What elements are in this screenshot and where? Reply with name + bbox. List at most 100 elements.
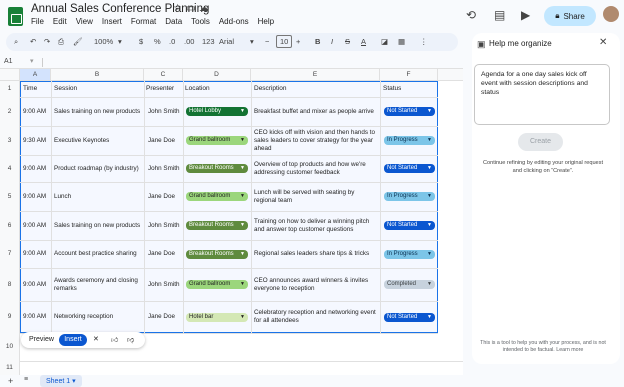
- row-number[interactable]: 5: [0, 182, 20, 211]
- move-folder-icon[interactable]: ▭: [186, 3, 195, 14]
- insert-button[interactable]: Insert: [59, 334, 87, 346]
- bold-button[interactable]: B: [315, 37, 320, 46]
- star-icon[interactable]: ☆: [173, 3, 182, 14]
- cell-session[interactable]: Lunch: [54, 189, 142, 205]
- menu-view[interactable]: View: [76, 17, 93, 26]
- name-box-chevron-icon[interactable]: ▾: [30, 57, 34, 65]
- prompt-input[interactable]: Agenda for a one day sales kick off even…: [474, 64, 610, 125]
- select-all-corner[interactable]: [0, 69, 20, 81]
- row-number[interactable]: 2: [0, 97, 20, 126]
- cell-description[interactable]: Celebratory reception and networking eve…: [254, 305, 378, 329]
- row-number[interactable]: 11: [0, 361, 20, 375]
- menu-file[interactable]: File: [31, 17, 44, 26]
- borders-icon[interactable]: ▦: [398, 37, 405, 46]
- location-chip[interactable]: Hotel bar ▼: [186, 312, 248, 322]
- thumbs-up-icon[interactable]: 👍︎: [111, 335, 118, 344]
- cell-presenter[interactable]: John Smith: [148, 222, 183, 230]
- cell-session[interactable]: Networking reception: [54, 309, 142, 325]
- location-chip[interactable]: Grand ballroom ▼: [186, 192, 248, 201]
- location-chip[interactable]: Breakout Rooms ▼: [186, 249, 248, 259]
- location-chip[interactable]: Breakout Rooms ▼: [186, 221, 248, 230]
- undo-icon[interactable]: ↶: [30, 37, 36, 46]
- create-button[interactable]: Create: [518, 133, 563, 151]
- font-select[interactable]: Arial: [219, 37, 234, 46]
- menu-data[interactable]: Data: [165, 17, 182, 26]
- cell-time[interactable]: 9:00 AM: [23, 250, 51, 258]
- cell-description[interactable]: Lunch will be served with seating by reg…: [254, 185, 378, 209]
- search-menus-icon[interactable]: ⌕: [14, 37, 18, 47]
- history-icon[interactable]: ⟲: [466, 8, 476, 22]
- zoom-select[interactable]: 100%: [94, 37, 113, 46]
- cell-description[interactable]: Breakfast buffet and mixer as people arr…: [254, 100, 378, 124]
- cell-description[interactable]: Regional sales leaders share tips & tric…: [254, 242, 378, 266]
- cell-time[interactable]: 9:00 AM: [23, 165, 51, 173]
- location-chip[interactable]: Hotel Lobby ▼: [186, 107, 248, 116]
- share-button[interactable]: 🔒︎ Share: [544, 6, 596, 26]
- header-location[interactable]: Location: [185, 85, 210, 93]
- all-sheets-icon[interactable]: ≡: [24, 376, 28, 383]
- cell-description[interactable]: CEO announces award winners & invites ev…: [254, 273, 378, 297]
- font-chevron-icon[interactable]: ▾: [250, 37, 254, 46]
- row-number[interactable]: 3: [0, 126, 20, 155]
- cell-session[interactable]: Executive Keynotes: [54, 133, 142, 149]
- cell-presenter[interactable]: Jane Doe: [148, 250, 183, 258]
- cell-description[interactable]: Training on how to deliver a winning pit…: [254, 214, 378, 238]
- comment-icon[interactable]: ▤: [494, 8, 505, 22]
- font-size-decrease-button[interactable]: −: [265, 37, 269, 46]
- cell-presenter[interactable]: Jane Doe: [148, 137, 183, 145]
- status-chip[interactable]: In Progress ▼: [384, 136, 435, 145]
- column-header-f[interactable]: F: [380, 69, 438, 81]
- status-chip[interactable]: Not Started ▼: [384, 312, 435, 322]
- document-title[interactable]: Annual Sales Conference Planning: [31, 3, 209, 15]
- cell-presenter[interactable]: John Smith: [148, 108, 183, 116]
- cell-time[interactable]: 9:00 AM: [23, 108, 51, 116]
- more-formats-button[interactable]: 123: [202, 37, 215, 46]
- row-number[interactable]: 10: [0, 333, 20, 361]
- text-color-button[interactable]: A: [361, 37, 366, 46]
- italic-button[interactable]: I: [331, 37, 333, 46]
- menu-tools[interactable]: Tools: [191, 17, 210, 26]
- menu-help[interactable]: Help: [258, 17, 274, 26]
- cell-session[interactable]: Account best practice sharing: [54, 246, 142, 262]
- print-icon[interactable]: ⎙: [58, 37, 64, 47]
- header-status[interactable]: Status: [383, 85, 401, 93]
- row-number[interactable]: 4: [0, 155, 20, 182]
- column-header-c[interactable]: C: [144, 69, 183, 81]
- column-header-d[interactable]: D: [183, 69, 251, 81]
- cell-session[interactable]: Awards ceremony and closing remarks: [54, 277, 142, 293]
- row-number[interactable]: 8: [0, 268, 20, 301]
- location-chip[interactable]: Grand ballroom ▼: [186, 280, 248, 289]
- cell-description[interactable]: Overview of top products and how we're a…: [254, 157, 378, 181]
- avatar[interactable]: [603, 6, 619, 22]
- location-chip[interactable]: Breakout Rooms ▼: [186, 164, 248, 173]
- sheets-logo-icon[interactable]: [8, 7, 23, 26]
- status-chip[interactable]: In Progress ▼: [384, 249, 435, 259]
- font-size-input[interactable]: 10: [276, 35, 293, 48]
- row-number[interactable]: 9: [0, 301, 20, 333]
- menu-format[interactable]: Format: [131, 17, 156, 26]
- paint-format-icon[interactable]: 🖌︎: [73, 37, 83, 46]
- fill-color-icon[interactable]: ◪: [381, 37, 388, 46]
- cell-session[interactable]: Product roadmap (by industry): [54, 161, 142, 177]
- cell-time[interactable]: 9:00 AM: [23, 281, 51, 289]
- add-sheet-icon[interactable]: +: [8, 376, 13, 386]
- column-header-a[interactable]: A: [20, 69, 51, 81]
- cell-presenter[interactable]: Jane Doe: [148, 313, 183, 321]
- cell-presenter[interactable]: Jane Doe: [148, 193, 183, 201]
- more-options-icon[interactable]: ⋮: [420, 37, 428, 46]
- decrease-decimal-button[interactable]: .0: [169, 37, 175, 46]
- status-chip[interactable]: Completed ▼: [384, 280, 435, 289]
- spreadsheet-grid[interactable]: A B C D E F 1 Time Session Presenter Loc…: [0, 69, 463, 375]
- cell-presenter[interactable]: John Smith: [148, 281, 183, 289]
- chevron-down-icon[interactable]: ▾: [118, 37, 122, 46]
- menu-insert[interactable]: Insert: [102, 17, 122, 26]
- meet-icon[interactable]: ▶: [521, 8, 530, 22]
- name-box[interactable]: A1: [4, 58, 13, 65]
- status-chip[interactable]: In Progress ▼: [384, 192, 435, 201]
- row-number[interactable]: 7: [0, 240, 20, 268]
- status-chip[interactable]: Not Started ▼: [384, 164, 435, 173]
- increase-decimal-button[interactable]: .00: [184, 37, 194, 46]
- column-header-e[interactable]: E: [251, 69, 380, 81]
- redo-icon[interactable]: ↷: [44, 37, 50, 46]
- cell-session[interactable]: Sales training on new products: [54, 104, 142, 120]
